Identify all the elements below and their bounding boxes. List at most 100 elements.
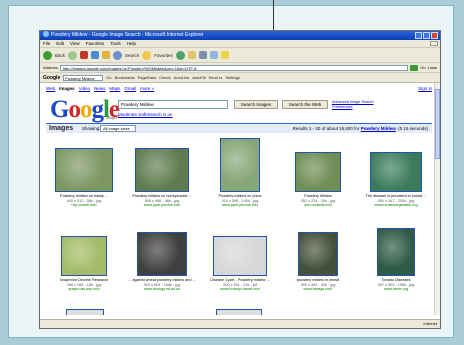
address-input[interactable]: http://images.google.com/images?q=Powder…	[59, 64, 409, 71]
results-time: . (0.16 seconds)	[395, 126, 428, 131]
search-input[interactable]: Powdery Mildew	[118, 100, 228, 109]
image-result[interactable]: Powdery Mildew 251 x 224 - 20k - jpg ipm.u…	[282, 137, 354, 208]
google-toolbar-autofill[interactable]: AutoFill	[192, 75, 205, 80]
safesearch-link[interactable]: Moderate SafeSearch is on	[118, 112, 173, 117]
results-query-link[interactable]: Powdery Mildew	[361, 126, 396, 131]
result-title[interactable]: ... against wheat powdery mildew and ...	[126, 278, 198, 283]
result-url: ipm.ucdavis.edu	[304, 203, 332, 208]
google-toolbar-pagerank[interactable]: PageRank	[138, 75, 157, 80]
forward-arrow-icon[interactable]	[68, 50, 78, 60]
result-thumbnail[interactable]	[55, 148, 113, 192]
result-title[interactable]: Disease Cycle - Powdery mildew ...	[204, 278, 276, 283]
scrollbar-thumb[interactable]	[435, 89, 440, 159]
window-title: Powdery Mildew - Google Image Search - M…	[51, 32, 204, 38]
result-url: www.ianrtr.org	[383, 287, 409, 292]
google-toolbar-check[interactable]: Check	[159, 75, 170, 80]
image-result[interactable]: Tomato Diseases 307 x 505 - 196k - jpg www…	[360, 221, 432, 292]
next-row-thumbnail[interactable]	[216, 309, 262, 315]
next-row-thumbnail[interactable]	[66, 309, 104, 315]
thumbnail-wrap	[48, 137, 120, 192]
image-size-select[interactable]: All image sizes	[100, 125, 136, 132]
google-toolbar-go[interactable]: Go	[106, 75, 111, 80]
result-url: grape.cas.psu.edu	[68, 287, 100, 292]
result-thumbnail[interactable]	[298, 232, 338, 276]
result-title[interactable]: Powdery mildew on honeysuckle ...	[126, 194, 198, 199]
google-toolbar-settings[interactable]: Settings	[225, 75, 239, 80]
search-images-button[interactable]: Search Images	[234, 100, 278, 109]
menu-file[interactable]: File	[43, 40, 50, 47]
image-result[interactable]: Powdery mildew on easily ... 640 x 512 - …	[48, 137, 120, 208]
result-url: www.botany.hawaii.edu	[220, 287, 260, 292]
result-url: www.ppdl.purdue.edu	[143, 203, 181, 208]
go-label[interactable]: Go	[420, 65, 425, 70]
result-caption: Powdery mildew on honeysuckle ... 650 x 4…	[126, 194, 198, 208]
result-thumbnail[interactable]	[135, 148, 189, 192]
nav-more[interactable]: more »	[140, 86, 154, 91]
image-result[interactable]: Powdery mildew on phlox 414 x 555 - 140k …	[204, 137, 276, 208]
image-result[interactable]: Disease Cycle - Powdery mildew ... 500 x …	[204, 221, 276, 292]
result-thumbnail[interactable]	[295, 152, 341, 192]
nav-web[interactable]: Web	[46, 86, 55, 91]
result-thumbnail[interactable]	[137, 232, 187, 276]
title-bar: Powdery Mildew - Google Image Search - M…	[40, 31, 440, 40]
results-count: Results 1 - 20 of about 16,500 for	[292, 126, 360, 131]
refresh-icon[interactable]	[91, 51, 100, 59]
nav-maps[interactable]: Maps	[109, 86, 120, 91]
status-bar: Internet	[40, 319, 440, 328]
mail-icon[interactable]	[187, 51, 196, 59]
search-toolbar-label[interactable]: Search	[125, 53, 139, 58]
image-result[interactable]: The disease is prevalent in humid ... 450…	[360, 137, 432, 208]
browser-window: Powdery Mildew - Google Image Search - M…	[40, 31, 440, 328]
result-url: www.umassvegetable.org	[374, 203, 418, 208]
google-toolbar-bookmarks[interactable]: Bookmarks	[115, 75, 135, 80]
edit-icon[interactable]	[209, 51, 218, 59]
result-thumbnail[interactable]	[377, 228, 415, 276]
nav-video[interactable]: Video	[79, 86, 90, 91]
nav-news[interactable]: News	[94, 86, 105, 91]
menu-favorites[interactable]: Favorites	[86, 40, 105, 47]
logo-subtitle: Images	[106, 116, 118, 120]
search-icon[interactable]	[113, 50, 123, 60]
print-icon[interactable]	[198, 51, 207, 59]
menu-help[interactable]: Help	[127, 40, 136, 47]
preferences-link[interactable]: Preferences	[332, 105, 374, 110]
minimize-button[interactable]	[415, 32, 422, 39]
image-result[interactable]: ... against wheat powdery mildew and ...…	[126, 221, 198, 292]
google-toolbar-sendto[interactable]: Send to	[209, 75, 223, 80]
thumbnail-wrap	[282, 137, 354, 192]
home-icon[interactable]	[102, 51, 111, 59]
links-label[interactable]: Links	[428, 65, 437, 70]
result-thumbnail[interactable]	[213, 236, 267, 276]
favorites-star-icon[interactable]	[142, 50, 152, 60]
result-thumbnail[interactable]	[61, 236, 107, 276]
vertical-scrollbar[interactable]	[434, 83, 440, 315]
result-title[interactable]: The disease is prevalent in humid ...	[360, 194, 432, 199]
result-thumbnail[interactable]	[220, 138, 260, 192]
menu-edit[interactable]: Edit	[56, 40, 64, 47]
result-caption: The disease is prevalent in humid ... 450…	[360, 194, 432, 208]
google-toolbar-autolink[interactable]: AutoLink	[174, 75, 190, 80]
back-arrow-icon[interactable]	[43, 50, 52, 60]
thumbnail-wrap	[126, 221, 198, 276]
menu-view[interactable]: View	[70, 40, 80, 47]
standard-toolbar: Back Search Favorites	[40, 48, 440, 63]
history-icon[interactable]	[175, 50, 185, 60]
sign-in-link[interactable]: Sign in	[418, 86, 432, 91]
result-thumbnail[interactable]	[370, 152, 422, 192]
go-arrow-icon[interactable]	[410, 64, 419, 71]
google-toolbar-input[interactable]: Powdery Mildew	[63, 74, 104, 81]
maximize-button[interactable]	[423, 32, 430, 39]
result-caption: Powdery mildew on phlox 414 x 555 - 140k …	[204, 194, 276, 208]
image-result[interactable]: Powdery mildew on honeysuckle ... 650 x 4…	[126, 137, 198, 208]
folder-icon[interactable]	[220, 51, 229, 59]
menu-tools[interactable]: Tools	[110, 40, 121, 47]
nav-gmail[interactable]: Gmail	[124, 86, 136, 91]
nav-images: Images	[59, 86, 75, 91]
image-result[interactable]: Grapevine Decline Research 288 x 288 - 18…	[48, 221, 120, 292]
search-web-button[interactable]: Search the Web	[282, 100, 328, 109]
close-button[interactable]	[431, 32, 438, 39]
image-result[interactable]: powdery mildew in wheat 300 x 300 - 32k -…	[282, 221, 354, 292]
favorites-toolbar-label[interactable]: Favorites	[154, 53, 173, 58]
stop-icon[interactable]	[80, 51, 89, 59]
back-label[interactable]: Back	[55, 53, 65, 58]
